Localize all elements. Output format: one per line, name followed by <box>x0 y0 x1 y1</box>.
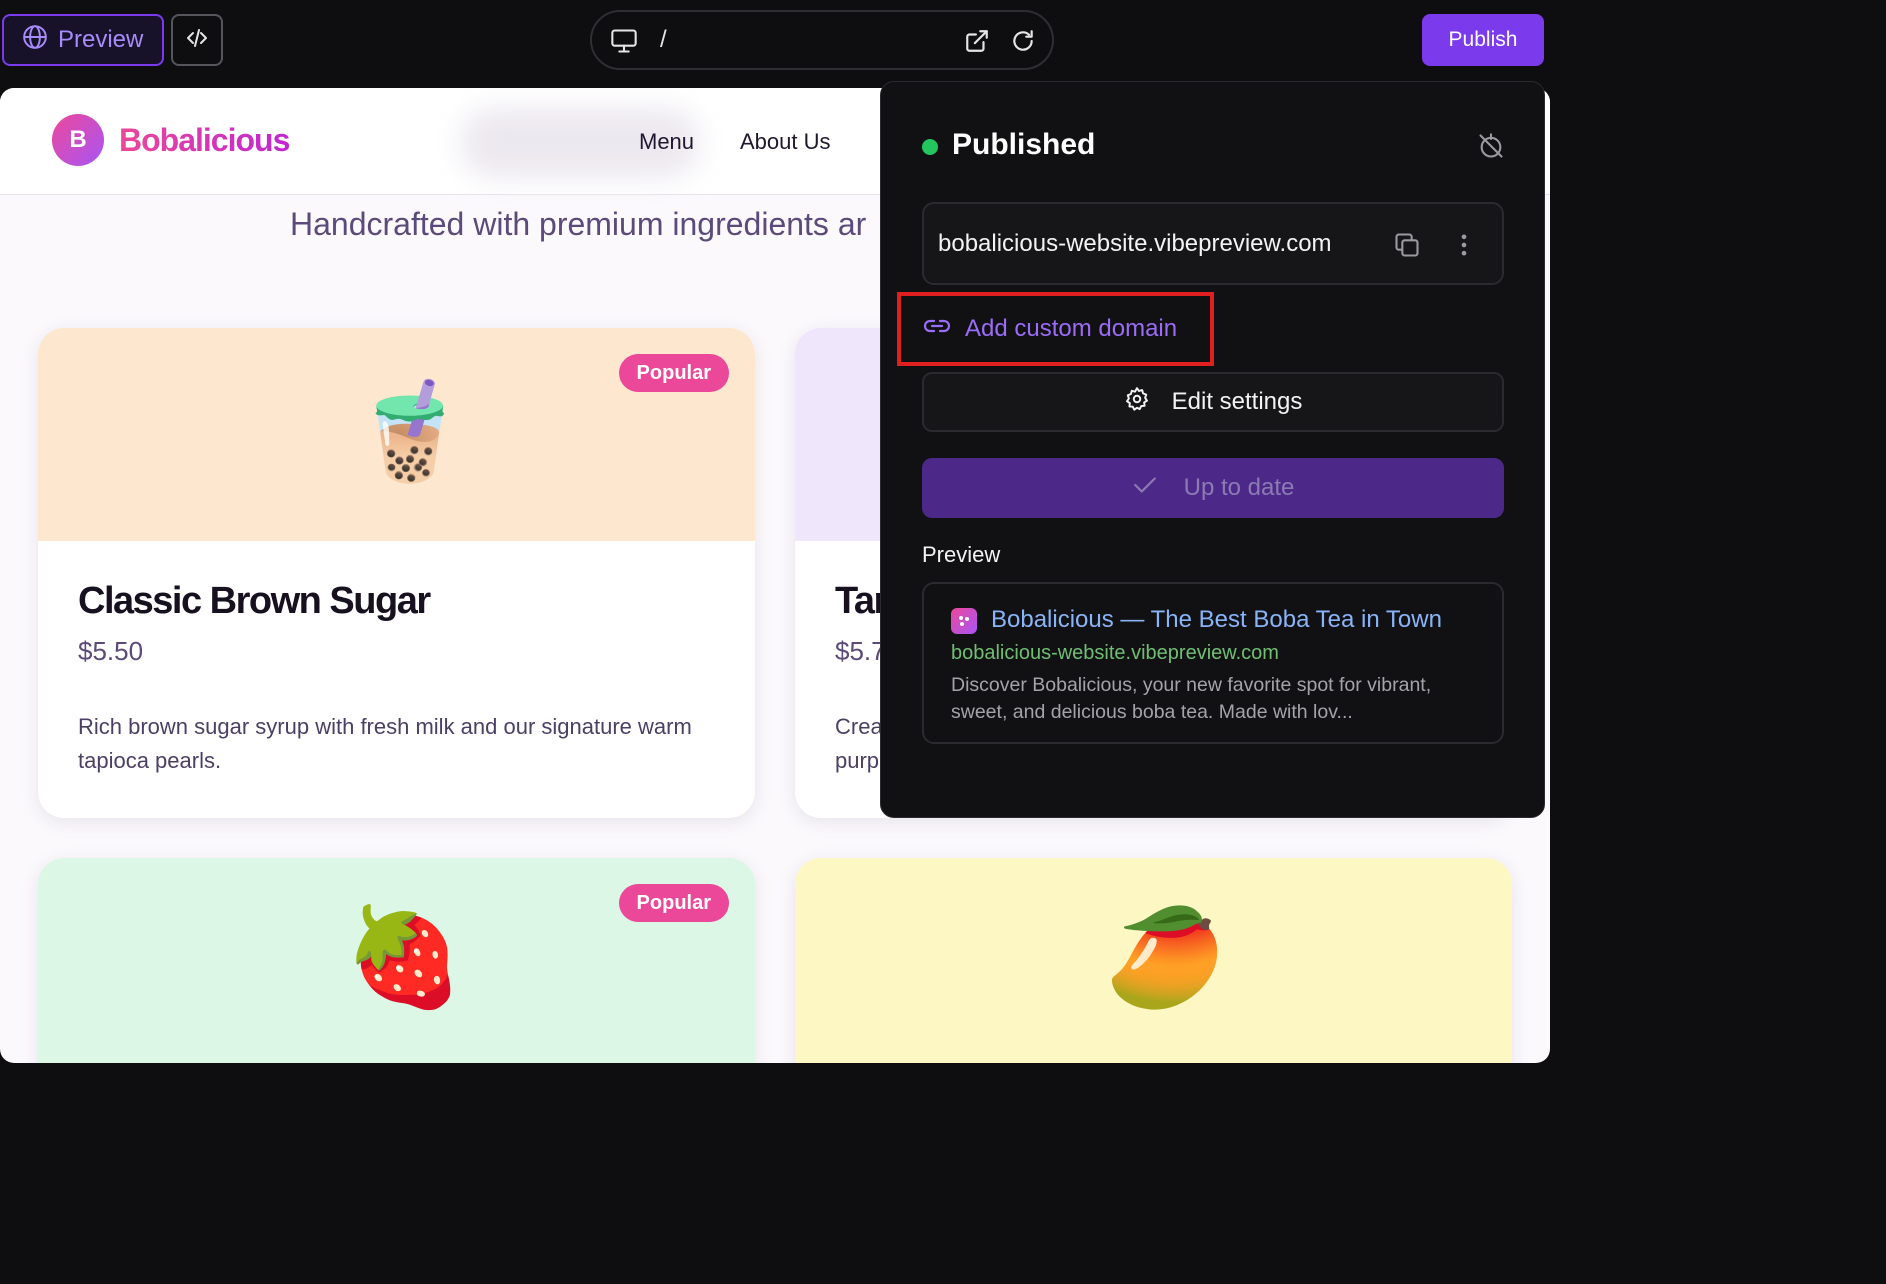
gear-icon <box>1124 386 1150 419</box>
preview-description: Discover Bobalicious, your new favorite … <box>951 674 1432 723</box>
copy-icon[interactable] <box>1393 231 1421 264</box>
menu-card[interactable]: 🥭 <box>795 858 1512 1063</box>
up-to-date-button[interactable]: Up to date <box>922 458 1504 518</box>
code-icon <box>185 26 209 55</box>
popular-badge: Popular <box>618 884 729 922</box>
up-to-date-label: Up to date <box>1183 474 1295 501</box>
edit-settings-label: Edit settings <box>1171 388 1303 415</box>
search-preview-card: Bobalicious — The Best Boba Tea in Town … <box>922 582 1504 744</box>
edit-settings-button[interactable]: Edit settings <box>922 372 1504 432</box>
card-price: $5.7 <box>835 636 886 666</box>
monitor-icon[interactable] <box>610 28 638 59</box>
external-link-icon[interactable] <box>964 28 990 59</box>
favicon-icon <box>951 608 977 634</box>
check-icon <box>1132 474 1158 503</box>
preview-button[interactable]: Preview <box>2 14 164 66</box>
add-custom-domain-label: Add custom domain <box>965 315 1178 342</box>
nav-link-menu[interactable]: Menu <box>639 129 694 155</box>
card-price: $5.50 <box>78 636 144 666</box>
url-bar[interactable]: / <box>590 10 1054 70</box>
card-description: Rich brown sugar syrup with fresh milk a… <box>78 714 692 773</box>
top-toolbar: Preview / Publish <box>0 0 1568 82</box>
menu-card[interactable]: Popular 🧋 Classic Brown Sugar $5.50 Rich… <box>38 328 755 818</box>
preview-title[interactable]: Bobalicious — The Best Boba Tea in Town <box>991 606 1442 634</box>
popular-badge: Popular <box>618 354 729 392</box>
card-title: Classic Brown Sugar <box>78 580 431 622</box>
more-vertical-icon[interactable] <box>1454 231 1474 264</box>
brand-name[interactable]: Bobalicious <box>119 122 290 159</box>
hero-tagline: Handcrafted with premium ingredients ar <box>290 206 867 242</box>
link-icon <box>923 315 951 343</box>
reload-icon[interactable] <box>1010 28 1036 59</box>
strawberry-icon: 🍓 <box>344 904 464 1011</box>
preview-heading: Preview <box>922 542 1001 567</box>
status-indicator <box>922 139 938 155</box>
globe-icon <box>22 24 48 57</box>
published-domain[interactable]: bobalicious-website.vibepreview.com <box>938 230 1332 258</box>
publish-button[interactable]: Publish <box>1422 14 1544 66</box>
preview-url: bobalicious-website.vibepreview.com <box>951 642 1279 664</box>
published-domain-field[interactable]: bobalicious-website.vibepreview.com <box>922 202 1504 285</box>
unpublish-icon[interactable] <box>1477 132 1505 165</box>
add-custom-domain-link[interactable]: Add custom domain <box>897 292 1214 366</box>
nav-link-about[interactable]: About Us <box>740 129 831 155</box>
bubble-tea-icon: 🧋 <box>350 378 470 485</box>
publish-status: Published <box>952 128 1096 161</box>
url-path[interactable]: / <box>660 26 667 54</box>
logo-badge[interactable]: B <box>52 114 104 166</box>
menu-card[interactable]: Popular 🍓 <box>38 858 755 1063</box>
preview-button-label: Preview <box>58 26 144 53</box>
code-view-button[interactable] <box>171 14 223 66</box>
mango-icon: 🥭 <box>1105 904 1225 1011</box>
publish-popover: Published bobalicious-website.vibeprevie… <box>880 81 1545 818</box>
